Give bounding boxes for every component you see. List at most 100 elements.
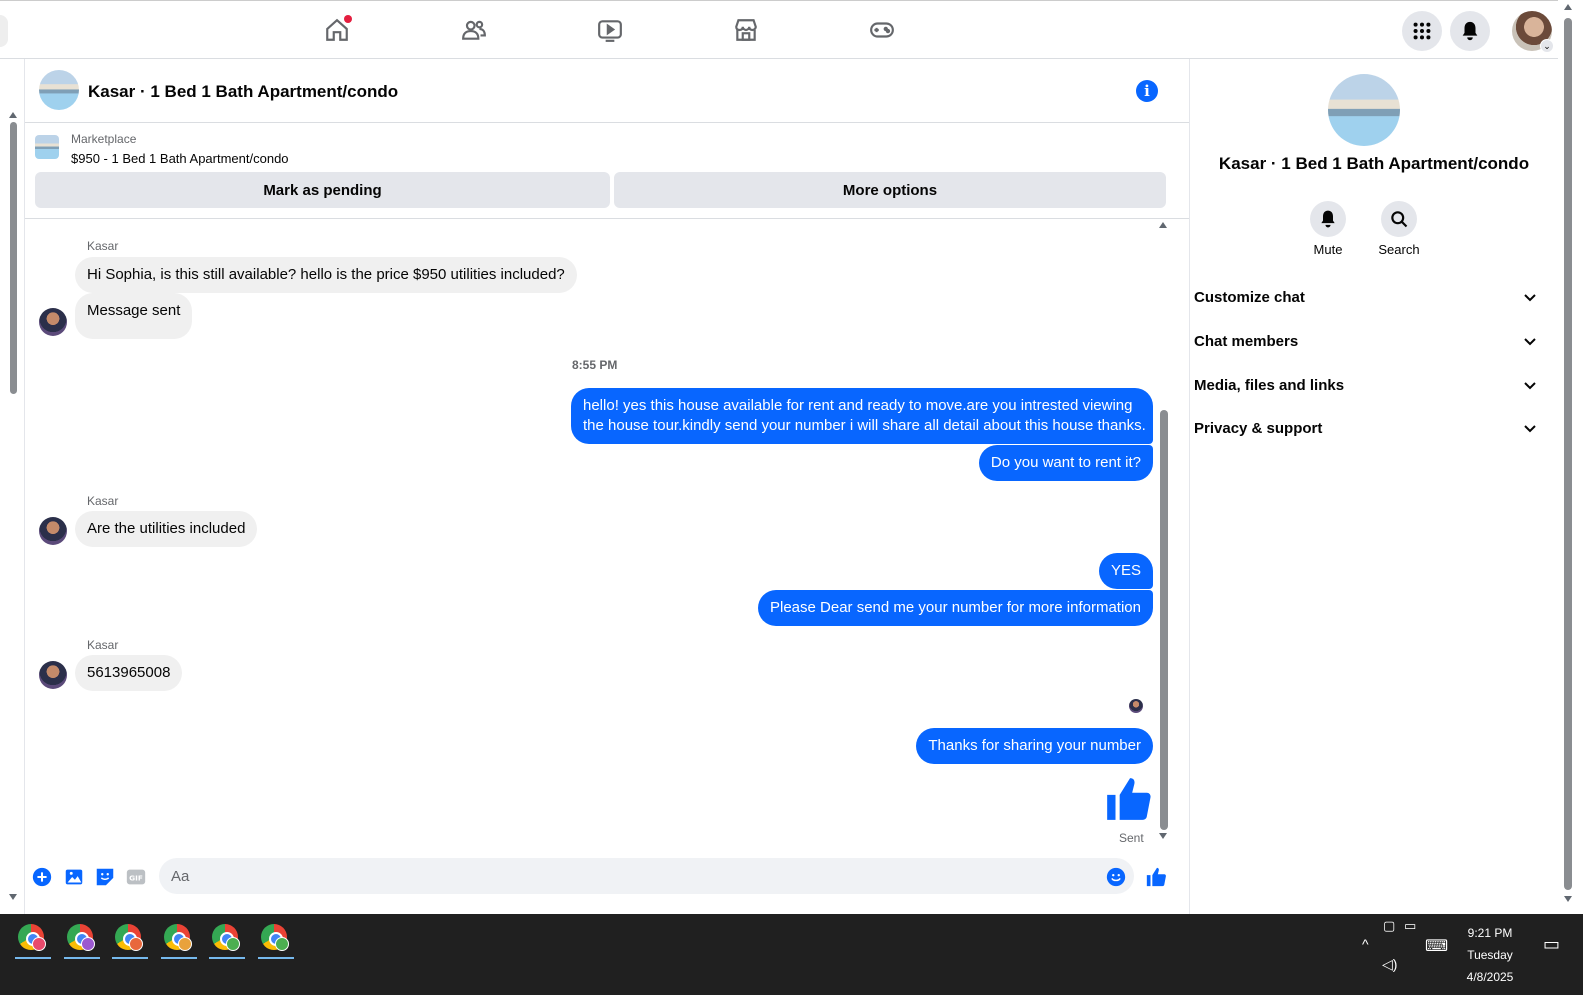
gaming-icon[interactable] [865,13,899,47]
chat-scrollbar[interactable] [1159,222,1169,842]
notification-dot [344,15,352,23]
chat-header: Kasar · 1 Bed 1 Bath Apartment/condo i [25,59,1189,123]
message-out[interactable]: Thanks for sharing your number [916,728,1153,764]
search-edge[interactable] [0,15,8,47]
listing-summary[interactable]: $950 - 1 Bed 1 Bath Apartment/condo [71,151,289,166]
meet-icon[interactable]: ▢ [1383,918,1395,934]
friends-icon[interactable] [457,13,491,47]
sender-name: Kasar [87,638,119,652]
home-icon[interactable] [320,13,354,47]
mark-pending-button[interactable]: Mark as pending [35,172,610,208]
profile-badge [129,937,143,951]
message-list: Kasar Hi Sophia, is this still available… [25,219,1175,849]
profile-badge [32,937,46,951]
chevron-down-icon [1524,294,1536,302]
more-options-button[interactable]: More options [614,172,1166,208]
message-timestamp: 8:55 PM [572,358,618,372]
thumbs-up-icon[interactable] [1103,774,1153,824]
profile-badge [275,937,289,951]
chrome-app-5[interactable] [206,917,245,959]
marketplace-icon[interactable] [729,13,763,47]
section-privacy-support[interactable]: Privacy & support [1194,406,1550,450]
marketplace-label: Marketplace [71,132,137,146]
chevron-down-icon [1524,425,1536,433]
section-customize-chat[interactable]: Customize chat [1194,275,1550,319]
mute-button[interactable]: Mute [1298,201,1358,257]
message-out[interactable]: Do you want to rent it? [978,445,1153,481]
scroll-thumb[interactable] [10,122,17,394]
message-out[interactable]: hello! yes this house available for rent… [571,388,1153,444]
message-out[interactable]: Please Dear send me your number for more… [757,590,1153,626]
profile-avatar[interactable]: ⌄ [1512,11,1554,53]
scroll-down-arrow[interactable] [9,894,17,900]
scroll-down-arrow[interactable] [1159,833,1167,839]
chrome-app-6[interactable] [255,917,294,959]
listing-thumbnail[interactable] [39,70,79,110]
network-icon[interactable]: ▭ [1404,918,1416,934]
scroll-up-arrow[interactable] [1159,222,1167,228]
scroll-thumb[interactable] [1160,410,1168,830]
top-navigation: ⌄ [0,0,1583,59]
volume-icon[interactable]: ◁) [1382,956,1397,973]
profile-badge [178,937,192,951]
contact-avatar[interactable] [39,517,67,545]
chrome-app-1[interactable] [12,917,51,959]
section-label: Customize chat [1194,288,1305,306]
chevron-down-icon [1524,382,1536,390]
menu-grid-icon[interactable] [1402,11,1442,51]
clock-date: 4/8/2025 [1466,970,1514,984]
mute-label: Mute [1313,242,1343,257]
seen-indicator-avatar [1129,699,1143,713]
search-label: Search [1378,242,1420,257]
message-in[interactable]: Message sent [75,293,193,339]
listing-photo[interactable] [1328,74,1400,146]
active-underline [112,957,148,959]
scroll-down-arrow[interactable] [1564,896,1572,902]
chrome-app-2[interactable] [61,917,100,959]
section-chat-members[interactable]: Chat members [1194,319,1550,363]
scroll-up-arrow[interactable] [9,112,17,118]
system-clock[interactable]: 9:21 PM Tuesday 4/8/2025 [1440,922,1540,988]
search-button[interactable]: Search [1369,201,1429,257]
sticker-icon[interactable] [94,866,116,888]
contact-avatar[interactable] [39,661,67,689]
contact-avatar[interactable] [39,308,67,336]
active-underline [209,957,245,959]
scroll-up-arrow[interactable] [1564,4,1572,10]
message-in[interactable]: Are the utilities included [75,511,258,547]
section-label: Privacy & support [1194,419,1323,437]
conversation-details-panel: Kasar · 1 Bed 1 Bath Apartment/condo Mut… [1190,59,1558,914]
chat-window: Kasar · 1 Bed 1 Bath Apartment/condo i M… [24,59,1190,914]
left-scrollbar[interactable] [9,112,17,902]
message-in[interactable]: Hi Sophia, is this still available? hell… [75,257,577,293]
chrome-app-4[interactable] [158,917,197,959]
send-like-icon[interactable] [1145,866,1167,888]
section-media-files-links[interactable]: Media, files and links [1194,363,1550,407]
video-icon[interactable] [593,13,627,47]
active-underline [15,957,51,959]
marketplace-bar: Marketplace $950 - 1 Bed 1 Bath Apartmen… [25,123,1189,219]
section-label: Media, files and links [1194,376,1345,394]
message-in[interactable]: 5613965008 [75,655,183,691]
page-scrollbar[interactable] [1558,0,1583,914]
scroll-thumb[interactable] [1564,18,1572,890]
sender-name: Kasar [87,239,119,253]
chrome-app-3[interactable] [109,917,148,959]
bell-icon[interactable] [1450,11,1490,51]
chat-title[interactable]: Kasar · 1 Bed 1 Bath Apartment/condo [88,82,398,102]
message-out[interactable]: YES [1098,553,1153,589]
gif-icon[interactable]: GIF [125,866,147,888]
chevron-up-icon[interactable]: ^ [1362,936,1369,952]
chevron-down-icon [1524,338,1536,346]
photo-icon[interactable] [63,866,85,888]
windows-taskbar: ^ ▢ ▭ ◁) ⌨ 9:21 PM Tuesday 4/8/2025 ▭ [0,914,1583,995]
panel-title[interactable]: Kasar · 1 Bed 1 Bath Apartment/condo [1190,154,1558,174]
info-icon[interactable]: i [1136,80,1158,102]
marketplace-thumbnail[interactable] [35,135,59,159]
message-input[interactable] [159,858,1134,894]
plus-icon[interactable] [31,866,53,888]
active-underline [258,957,294,959]
clock-day: Tuesday [1467,948,1513,962]
emoji-icon[interactable] [1105,866,1127,888]
notification-center-icon[interactable]: ▭ [1543,934,1560,955]
